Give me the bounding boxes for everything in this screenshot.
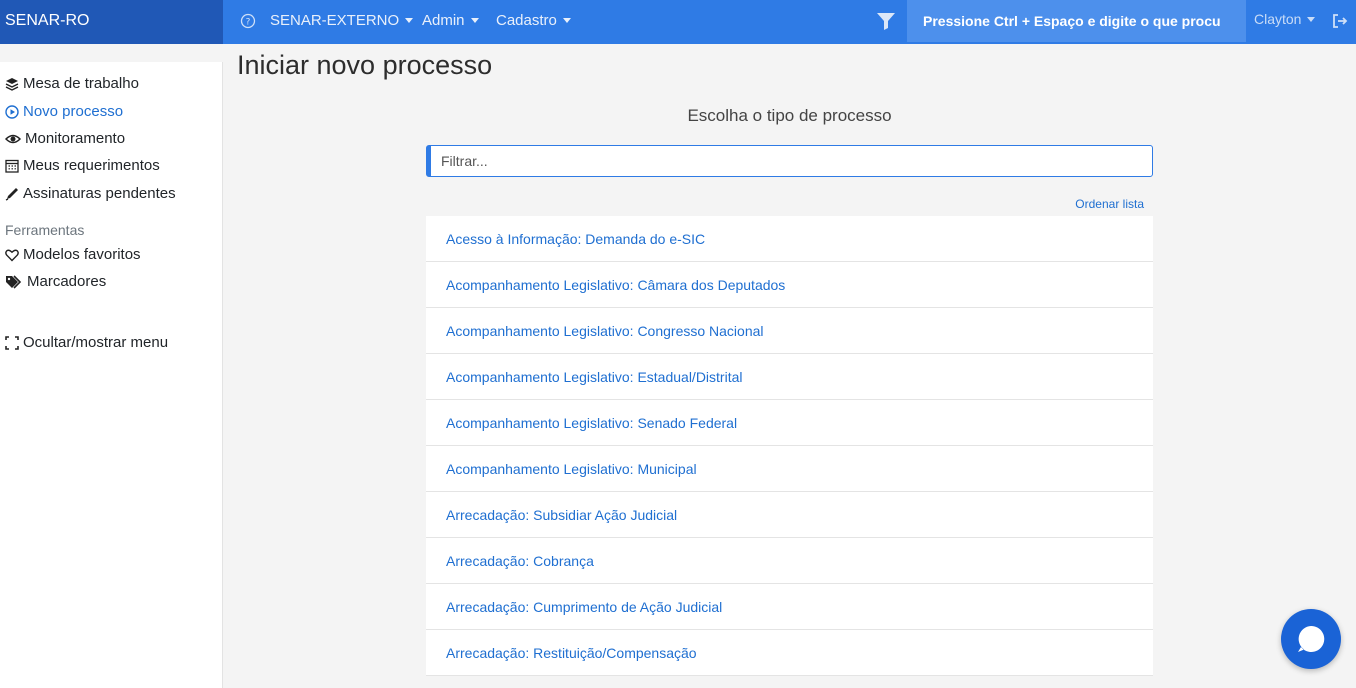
play-circle-icon <box>5 104 19 119</box>
nav-dropdown-cadastro[interactable]: Cadastro <box>496 12 571 29</box>
logout-icon[interactable] <box>1332 13 1348 29</box>
sidebar-item-label: Marcadores <box>27 273 107 290</box>
list-item[interactable]: Acompanhamento Legislativo: Câmara dos D… <box>426 262 1153 308</box>
list-item[interactable]: Arrecadação: Cobrança <box>426 538 1153 584</box>
order-list-link[interactable]: Ordenar lista <box>1044 197 1144 211</box>
sidebar-item-label: Ocultar/mostrar menu <box>23 334 169 351</box>
svg-text:?: ? <box>246 18 251 28</box>
sidebar-section-title: Ferramentas <box>5 222 85 238</box>
calendar-icon <box>5 159 19 173</box>
sidebar: Mesa de trabalho Novo processo Monitoram… <box>0 62 223 688</box>
list-item[interactable]: Acompanhamento Legislativo: Municipal <box>426 446 1153 492</box>
nav-dropdown-label: Admin <box>422 12 465 29</box>
list-item[interactable]: Acompanhamento Legislativo: Senado Feder… <box>426 400 1153 446</box>
process-type-list: Acesso à Informação: Demanda do e-SIC Ac… <box>426 216 1153 676</box>
nav-dropdown-admin[interactable]: Admin <box>422 12 479 29</box>
list-item[interactable]: Arrecadação: Subsidiar Ação Judicial <box>426 492 1153 538</box>
sidebar-item-label: Mesa de trabalho <box>23 75 139 92</box>
list-item[interactable]: Acompanhamento Legislativo: Estadual/Dis… <box>426 354 1153 400</box>
nav-dropdown-label: SENAR-EXTERNO <box>270 12 400 29</box>
chevron-down-icon <box>1307 16 1316 22</box>
expand-icon <box>5 335 19 350</box>
list-item[interactable]: Arrecadação: Restituição/Compensação <box>426 630 1153 676</box>
page-title: Iniciar novo processo <box>237 50 493 80</box>
chat-button[interactable] <box>1281 609 1341 669</box>
sidebar-item-label: Monitoramento <box>25 130 126 147</box>
sidebar-item-label: Meus requerimentos <box>23 157 160 174</box>
sidebar-item-assinaturas-pendentes[interactable]: Assinaturas pendentes <box>5 185 176 202</box>
sidebar-item-label: Modelos favoritos <box>23 246 141 263</box>
sidebar-item-label: Assinaturas pendentes <box>23 185 176 202</box>
sidebar-item-monitoramento[interactable]: Monitoramento <box>5 130 125 147</box>
brand-logo[interactable]: SENAR-RO <box>0 0 223 44</box>
chevron-down-icon <box>562 18 571 23</box>
sidebar-toggle-menu[interactable]: Ocultar/mostrar menu <box>5 334 168 351</box>
process-type-subtitle: Escolha o tipo de processo <box>687 106 892 125</box>
top-navbar: SENAR-RO ? SENAR-EXTERNO Admin Cadastro … <box>0 0 1356 44</box>
heart-icon <box>5 249 19 261</box>
eye-icon <box>5 134 21 143</box>
tags-icon <box>6 274 22 289</box>
sidebar-item-modelos-favoritos[interactable]: Modelos favoritos <box>5 246 141 263</box>
pen-icon <box>5 187 18 201</box>
filter-input[interactable] <box>426 145 1153 177</box>
nav-dropdown-orgao[interactable]: SENAR-EXTERNO <box>270 12 414 29</box>
user-name: Clayton <box>1254 11 1302 27</box>
list-item[interactable]: Arrecadação: Cumprimento de Ação Judicia… <box>426 584 1153 630</box>
list-item[interactable]: Acompanhamento Legislativo: Congresso Na… <box>426 308 1153 354</box>
chevron-down-icon <box>405 18 414 23</box>
list-item[interactable]: Acesso à Informação: Demanda do e-SIC <box>426 216 1153 262</box>
quick-search-field[interactable]: Pressione Ctrl + Espaço e digite o que p… <box>907 0 1246 42</box>
chat-bubble-icon <box>1298 625 1325 652</box>
chevron-down-icon <box>470 18 479 23</box>
sidebar-item-mesa-de-trabalho[interactable]: Mesa de trabalho <box>5 75 139 92</box>
nav-dropdown-label: Cadastro <box>496 12 557 29</box>
layers-icon <box>5 77 19 91</box>
sidebar-item-meus-requerimentos[interactable]: Meus requerimentos <box>5 157 160 174</box>
filter-icon[interactable] <box>876 11 896 31</box>
question-circle-icon[interactable]: ? <box>240 13 256 29</box>
user-menu[interactable]: Clayton <box>1254 11 1316 27</box>
sidebar-item-novo-processo[interactable]: Novo processo <box>5 103 123 120</box>
sidebar-item-label: Novo processo <box>23 103 124 120</box>
sidebar-item-marcadores[interactable]: Marcadores <box>5 273 106 290</box>
